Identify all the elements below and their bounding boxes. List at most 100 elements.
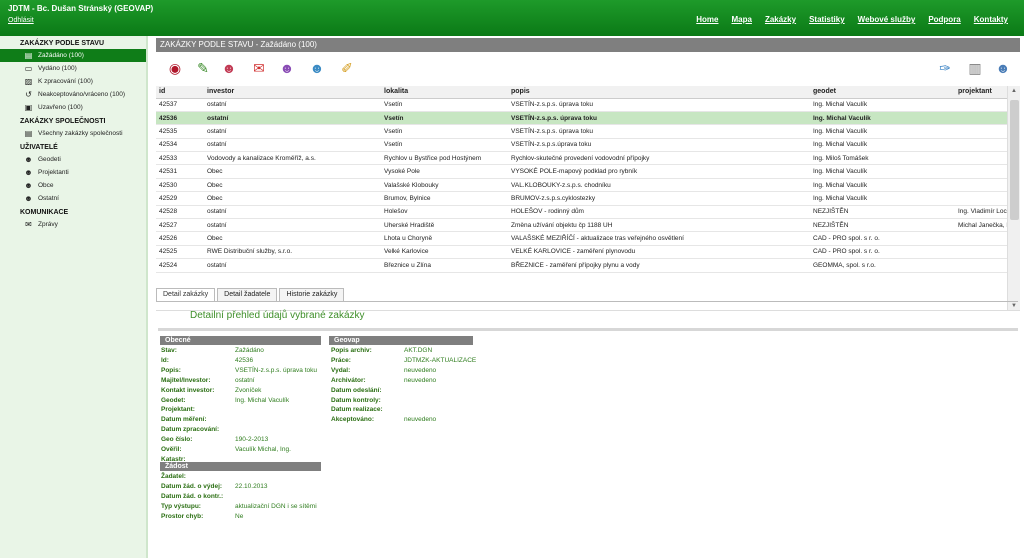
sidebar-item-label: Neakceptováno/vráceno (100) <box>38 91 126 98</box>
table-cell-lokalita: Rychlov u Bystřice pod Hostýnem <box>381 151 508 166</box>
clean-icon[interactable]: ✑ <box>934 57 956 79</box>
table-cell-geodet: Ing. Michal Vaculík <box>810 164 955 179</box>
user-icon: ☻ <box>24 193 33 203</box>
detail-value: neuvedeno <box>404 366 437 374</box>
users-icon[interactable]: ☻ <box>218 57 240 79</box>
scroll-thumb[interactable] <box>1010 100 1019 220</box>
user-settings-icon[interactable]: ☻ <box>992 57 1014 79</box>
table-row[interactable]: 42534 ostatní Vsetín VSETÍN-z.s.p.s.úprava … <box>156 138 1007 153</box>
detail-value: 22.10.2013 <box>235 482 268 490</box>
detail-label: Geodet: <box>161 396 186 404</box>
sidebar-item-ostatni[interactable]: ☻ Ostatní <box>0 192 146 205</box>
task-icon: ▨ <box>24 76 33 86</box>
col-header-investor[interactable]: investor <box>204 86 381 99</box>
nav-kontakty[interactable]: Kontakty <box>974 15 1008 24</box>
detail-label: Práce: <box>331 356 351 364</box>
panel-title-zadost: Žádost <box>160 462 321 471</box>
mail-icon[interactable]: ✉ <box>248 57 270 79</box>
table-cell-lokalita: Vsetín <box>381 124 508 139</box>
table-cell-id: 42536 <box>156 111 204 126</box>
user-group-icon[interactable]: ☻ <box>276 57 298 79</box>
table-cell-id: 42528 <box>156 205 204 220</box>
sidebar-item-vsechny-zakazky[interactable]: ▤ Všechny zakázky společnosti <box>0 127 146 140</box>
page-title: ZAKÁZKY PODLE STAVU - Zažádáno (100) <box>156 38 1020 52</box>
table-cell-popis: BŘEZNICE - zaměření přípojky plynu a vod… <box>508 258 810 273</box>
logo-icon[interactable]: ◉ <box>164 57 186 79</box>
table-cell-projektant <box>955 151 1007 166</box>
table-cell-investor: ostatní <box>204 218 381 233</box>
messages-icon: ✉ <box>25 219 32 229</box>
scroll-down-icon[interactable]: ▼ <box>1011 303 1017 309</box>
sidebar-item-geodeti[interactable]: ☻ Geodeti <box>0 153 146 166</box>
table-row[interactable]: 42525 RWE Distribuční služby, s.r.o. Velké… <box>156 245 1007 260</box>
table-cell-geodet: GEOMMA, spol. s r.o. <box>810 258 955 273</box>
nav-home[interactable]: Home <box>696 15 718 24</box>
table-row[interactable]: 42529 Obec Brumov, Bylnice BRUMOV-z.s.p.s.c… <box>156 191 1007 206</box>
col-header-popis[interactable]: popis <box>508 86 810 99</box>
table-row[interactable]: 42530 Obec Valašské Klobouky VAL.KLOBOUKY-z… <box>156 178 1007 193</box>
sidebar-item-zpravy[interactable]: ✉ Zprávy <box>0 218 146 231</box>
col-header-geodet[interactable]: geodet <box>810 86 955 99</box>
table-row[interactable]: 42536 ostatní Vsetín VSETÍN-z.s.p.s. úprava… <box>156 111 1007 126</box>
logout-link[interactable]: Odhlásit <box>8 17 34 24</box>
nav-statistiky[interactable]: Statistiky <box>809 15 845 24</box>
table-cell-projektant: Ing. Vladimír Lochman <box>955 205 1007 220</box>
sidebar-item-zazadano[interactable]: ▤ Zažádáno (100) <box>0 49 146 62</box>
detail-divider <box>158 328 1018 331</box>
user-icon: ☻ <box>24 154 33 164</box>
nav-zakazky[interactable]: Zakázky <box>765 15 796 24</box>
table-row[interactable]: 42533 Vodovody a kanalizace Kroměříž, a.s… <box>156 151 1007 166</box>
table-row[interactable]: 42537 ostatní Vsetín VSETÍN-z.s.p.s. úprava… <box>156 98 1007 112</box>
table-cell-investor: Obec <box>204 231 381 246</box>
table-row[interactable]: 42527 ostatní Uherské Hradiště Změna užíván… <box>156 218 1007 233</box>
detail-label: Projektant: <box>161 406 195 414</box>
user-add-icon[interactable]: ☻ <box>306 57 328 79</box>
table-scrollbar[interactable]: ▲ ▼ <box>1007 86 1020 310</box>
table-row[interactable]: 42528 ostatní Holešov HOLEŠOV - rodinný dům… <box>156 205 1007 220</box>
col-header-id[interactable]: id <box>156 86 204 99</box>
edit-icon[interactable]: ✎ <box>192 57 214 79</box>
tab-historie-zakazky[interactable]: Historie zakázky <box>279 288 345 302</box>
panel-title-geovap: Geovap <box>329 336 473 345</box>
nav-webove-sluzby[interactable]: Webové služby <box>858 15 916 24</box>
table-cell-id: 42534 <box>156 138 204 153</box>
table-cell-geodet: Ing. Miloš Tomášek <box>810 151 955 166</box>
table-cell-id: 42535 <box>156 124 204 139</box>
top-navigation: Home Mapa Zakázky Statistiky Webové služ… <box>696 15 1008 24</box>
sidebar-item-k-zpracovani[interactable]: ▨ K zpracování (100) <box>0 75 146 88</box>
sidebar-item-label: Projektanti <box>38 169 69 176</box>
sidebar-section-title: KOMUNIKACE <box>20 209 69 216</box>
table-header-row: id investor lokalita popis geodet projek… <box>156 86 1007 99</box>
detail-label: Popis: <box>161 366 181 374</box>
table-cell-geodet: CAD - PRO spol. s r. o. <box>810 245 955 260</box>
orders-table: id investor lokalita popis geodet projek… <box>156 86 1020 311</box>
table-cell-popis: Rychlov-skutečné provedení vodovodní pří… <box>508 151 810 166</box>
table-cell-investor: Obec <box>204 191 381 206</box>
scroll-up-icon[interactable]: ▲ <box>1011 88 1017 94</box>
nav-podpora[interactable]: Podpora <box>928 15 960 24</box>
table-cell-id: 42525 <box>156 245 204 260</box>
sidebar: ZAKÁZKY PODLE STAVU ▤ Zažádáno (100) ▭ Vyd… <box>0 36 148 558</box>
sidebar-item-label: Ostatní <box>38 195 59 202</box>
tab-detail-zakazky[interactable]: Detail zakázky <box>156 288 216 302</box>
tab-detail-zadatele[interactable]: Detail žadatele <box>217 288 278 302</box>
sidebar-item-vydano[interactable]: ▭ Vydáno (100) <box>0 62 146 75</box>
sidebar-item-obce[interactable]: ☻ Obce <box>0 179 146 192</box>
table-cell-projektant <box>955 98 1007 112</box>
sidebar-item-neakceptovano[interactable]: ↺ Neakceptováno/vráceno (100) <box>0 88 146 101</box>
col-header-projektant[interactable]: projektant <box>955 86 1007 99</box>
table-cell-investor: ostatní <box>204 258 381 273</box>
table-cell-geodet: Ing. Michal Vaculík <box>810 124 955 139</box>
trash-icon[interactable]: ▥ <box>964 57 986 79</box>
sidebar-section-title: ZAKÁZKY SPOLEČNOSTI <box>20 118 106 125</box>
sidebar-item-projektanti[interactable]: ☻ Projektanti <box>0 166 146 179</box>
nav-mapa[interactable]: Mapa <box>731 15 751 24</box>
sidebar-item-uzavreno[interactable]: ▣ Uzavřeno (100) <box>0 101 146 114</box>
notes-icon[interactable]: ✐ <box>336 57 358 79</box>
table-row[interactable]: 42535 ostatní Vsetín VSETÍN-z.s.p.s. úprava… <box>156 124 1007 139</box>
col-header-lokalita[interactable]: lokalita <box>381 86 508 99</box>
table-row[interactable]: 42526 Obec Lhota u Choryně VALAŠSKÉ MEZIŘÍČ… <box>156 231 1007 246</box>
table-row[interactable]: 42531 Obec Vysoké Pole VYSOKÉ POLE-mapový p… <box>156 164 1007 179</box>
table-row[interactable]: 42524 ostatní Březnice u Zlína BŘEZNICE - z… <box>156 258 1007 273</box>
table-cell-popis: VAL.KLOBOUKY-z.s.p.s. chodníku <box>508 178 810 193</box>
